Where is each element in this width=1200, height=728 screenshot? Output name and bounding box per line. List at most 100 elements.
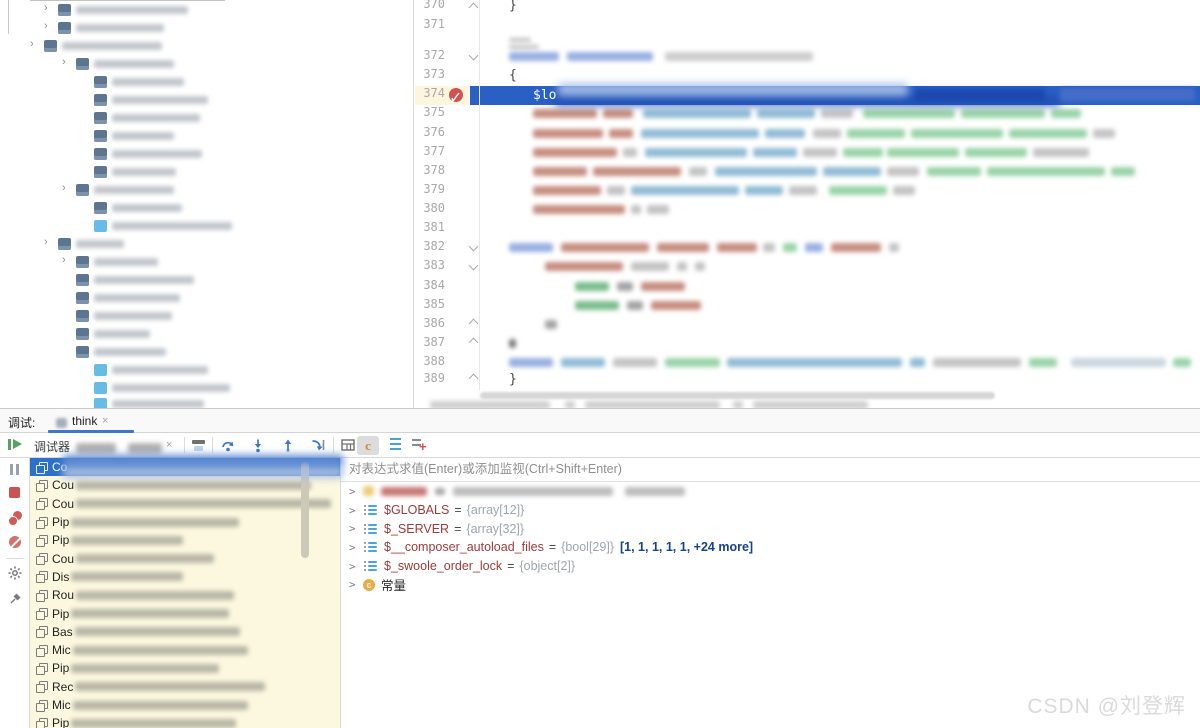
line-number[interactable]: 373 — [417, 67, 445, 81]
line-number[interactable]: 387 — [417, 335, 445, 349]
frame-icon — [36, 608, 47, 619]
tab-close-icon[interactable]: × — [166, 439, 172, 451]
line-number[interactable]: 386 — [417, 316, 445, 330]
step-over-icon[interactable] — [220, 437, 236, 453]
line-number[interactable]: 377 — [417, 144, 445, 158]
frame-row[interactable]: Cou — [30, 549, 340, 567]
expand-chevron-icon[interactable]: > — [349, 504, 363, 517]
breakpoint-icon[interactable]: ✓ — [449, 88, 463, 102]
variable-row[interactable]: > $_swoole_order_lock = {object[2]} — [341, 557, 1200, 576]
frame-row[interactable]: Pip — [30, 604, 340, 622]
settings-gear-icon[interactable] — [8, 566, 22, 580]
frame-icon — [36, 681, 47, 692]
tab-debugger[interactable]: 调试器 — [34, 438, 70, 455]
equals-sign: = — [454, 522, 461, 536]
line-number[interactable]: 370 — [417, 0, 445, 11]
debug-toolwindow-header: 调试: think × — [0, 408, 1200, 433]
frame-row[interactable]: Mic — [30, 696, 340, 714]
fold-marker[interactable] — [469, 374, 479, 384]
debug-session-tab[interactable]: think — [72, 414, 97, 428]
line-number[interactable]: 380 — [417, 201, 445, 215]
code-editor[interactable]: 370 371 372 373 374 375 376 377 378 379 … — [415, 0, 1200, 408]
blurred-text — [76, 58, 89, 70]
expand-chevron-icon[interactable]: > — [349, 541, 363, 554]
expand-chevron-icon[interactable]: > — [349, 485, 363, 498]
line-number[interactable]: 376 — [417, 125, 445, 139]
tab-console-redacted[interactable] — [76, 443, 116, 454]
frame-row[interactable]: Dis — [30, 568, 340, 586]
blurred-text — [715, 167, 817, 176]
variable-row-redacted[interactable]: > — [341, 482, 1200, 501]
session-close-icon[interactable]: × — [102, 415, 108, 427]
line-number[interactable]: 381 — [417, 220, 445, 234]
fold-marker[interactable] — [469, 261, 479, 271]
frame-row[interactable]: Pip — [30, 531, 340, 549]
line-number[interactable]: 383 — [417, 258, 445, 272]
blurred-text — [44, 40, 57, 52]
step-into-icon[interactable] — [250, 437, 266, 453]
fold-marker[interactable] — [469, 242, 479, 252]
frame-row[interactable]: Cou — [30, 495, 340, 513]
frame-row[interactable]: Bas — [30, 623, 340, 641]
frame-row[interactable]: Rou — [30, 586, 340, 604]
fold-marker[interactable] — [469, 51, 479, 61]
line-number[interactable]: 382 — [417, 239, 445, 253]
variables-panel: 对表达式求值(Enter)或添加监视(Ctrl+Shift+Enter) > >… — [340, 458, 1200, 728]
equals-sign: = — [549, 540, 556, 554]
frame-row[interactable]: Pip — [30, 659, 340, 677]
frame-row[interactable]: Rec — [30, 678, 340, 696]
frame-row[interactable]: Cou — [30, 476, 340, 494]
line-number[interactable]: 371 — [417, 17, 445, 31]
step-out-icon[interactable] — [280, 437, 296, 453]
pause-icon[interactable] — [10, 464, 13, 475]
line-number[interactable]: 388 — [417, 354, 445, 368]
add-watch-icon[interactable]: + — [412, 437, 428, 453]
variable-row[interactable]: > $_SERVER = {array[32]} — [341, 519, 1200, 538]
stop-icon[interactable] — [9, 487, 20, 498]
line-number[interactable]: 378 — [417, 163, 445, 177]
tab-output-redacted[interactable] — [128, 443, 162, 454]
expand-chevron-icon[interactable]: > — [349, 578, 363, 591]
blurred-text — [961, 109, 1045, 118]
frame-row[interactable]: Mic — [30, 641, 340, 659]
frame-row[interactable]: Pip — [30, 513, 340, 531]
blurred-text — [112, 114, 200, 122]
fold-marker[interactable] — [469, 3, 479, 13]
blurred-text — [1173, 358, 1191, 367]
line-number[interactable]: 375 — [417, 105, 445, 119]
line-number[interactable]: 379 — [417, 182, 445, 196]
frame-icon — [36, 571, 47, 582]
blurred-text — [58, 238, 71, 250]
variable-row[interactable]: > $GLOBALS = {array[12]} — [341, 501, 1200, 520]
redaction-overlay — [63, 455, 343, 467]
run-to-cursor-icon[interactable] — [310, 437, 326, 453]
line-number[interactable]: 384 — [417, 278, 445, 292]
pin-icon[interactable] — [9, 592, 22, 605]
blurred-text — [58, 4, 71, 16]
variable-value: {object[2]} — [519, 559, 575, 573]
panel-edge — [8, 0, 9, 34]
blurred-text — [75, 627, 240, 636]
line-number[interactable]: 374 — [417, 86, 445, 100]
blurred-text — [76, 554, 214, 563]
blurred-text — [94, 112, 107, 124]
show-constants-toggle[interactable]: c — [357, 436, 379, 455]
variable-row[interactable]: > $__composer_autoload_files = {bool[29]… — [341, 538, 1200, 557]
fold-marker[interactable] — [469, 338, 479, 348]
line-number[interactable]: 389 — [417, 371, 445, 385]
layout-settings-icon[interactable] — [340, 437, 356, 453]
expand-chevron-icon[interactable]: > — [349, 560, 363, 573]
line-number[interactable]: 385 — [417, 297, 445, 311]
constants-row[interactable]: > c 常量 — [341, 575, 1200, 594]
resume-icon-arrow[interactable] — [13, 439, 22, 449]
hide-frames-icon[interactable] — [192, 440, 205, 444]
resume-icon[interactable] — [8, 439, 11, 450]
horizontal-scrollbar[interactable] — [480, 392, 995, 399]
frame-label: Cou — [52, 497, 74, 511]
fold-marker[interactable] — [469, 319, 479, 329]
watch-expression-input[interactable]: 对表达式求值(Enter)或添加监视(Ctrl+Shift+Enter) — [341, 458, 1200, 482]
expand-chevron-icon[interactable]: > — [349, 522, 363, 535]
frame-row[interactable]: Pip — [30, 714, 340, 728]
line-number[interactable]: 372 — [417, 48, 445, 62]
blurred-text — [76, 292, 89, 304]
